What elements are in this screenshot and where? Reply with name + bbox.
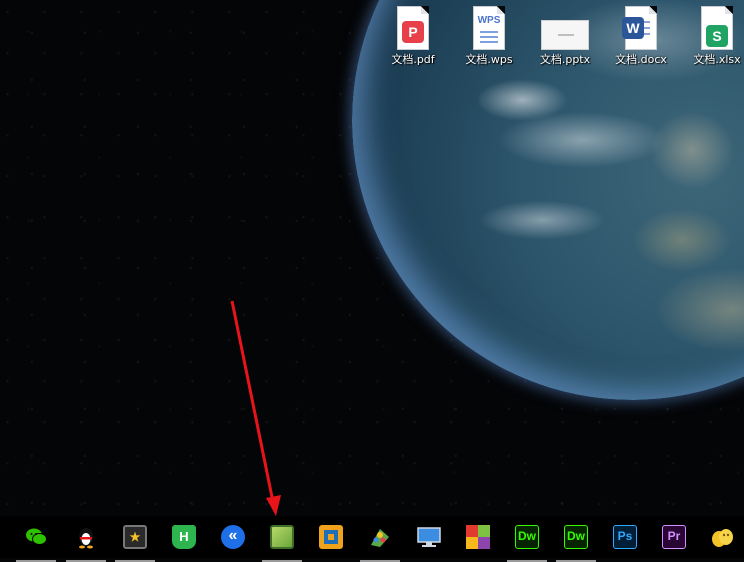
arrow-shaft <box>230 300 275 503</box>
taskbar-dreamweaver-button[interactable]: Dw <box>507 524 547 562</box>
taskbar-premiere-button[interactable]: Pr <box>658 524 688 554</box>
arrow-head <box>266 495 281 516</box>
monitor-icon <box>417 525 441 549</box>
green-app-icon <box>270 525 294 549</box>
taskbar-dreamweaver-2-button[interactable]: Dw <box>556 524 596 562</box>
taskbar-qq-button[interactable] <box>66 524 106 562</box>
premiere-icon: Pr <box>662 525 686 549</box>
taskbar-browser-button[interactable]: « <box>217 524 247 554</box>
dreamweaver-icon: Dw <box>564 525 588 549</box>
taskbar-photoshop-button[interactable]: Ps <box>609 524 639 554</box>
taskbar-tiles-app-button[interactable] <box>462 524 492 554</box>
peanut-icon <box>710 525 734 549</box>
taskbar-peanut-app-button[interactable] <box>706 524 736 554</box>
wechat-icon <box>24 525 48 549</box>
taskbar-vmware-button[interactable] <box>315 524 345 554</box>
dreamweaver-icon: Dw <box>515 525 539 549</box>
red-arrow-annotation <box>230 300 281 516</box>
taskbar-media-app-button[interactable]: ★ <box>115 524 155 562</box>
taskbar-hbuilder-button[interactable]: H <box>168 524 198 554</box>
vmware-icon <box>319 525 343 549</box>
taskbar-remote-desktop-button[interactable] <box>413 524 443 554</box>
paint-palette-icon <box>368 525 392 549</box>
star-icon: ★ <box>123 525 147 549</box>
qq-penguin-icon <box>74 525 98 549</box>
taskbar-wechat-button[interactable] <box>16 524 56 562</box>
taskbar-paint-app-button[interactable] <box>360 524 400 562</box>
photoshop-icon: Ps <box>613 525 637 549</box>
tiles-icon <box>466 525 490 549</box>
browser-chevron-icon: « <box>221 525 245 549</box>
taskbar-green-app-button[interactable] <box>262 524 302 562</box>
desktop[interactable]: P 文档.pdf WPS 文档.wps 文档.pptx W 文档.docx S … <box>0 0 744 558</box>
hbuilder-icon: H <box>172 525 196 549</box>
taskbar: ★ H « Dw Dw Ps Pr <box>0 516 744 562</box>
